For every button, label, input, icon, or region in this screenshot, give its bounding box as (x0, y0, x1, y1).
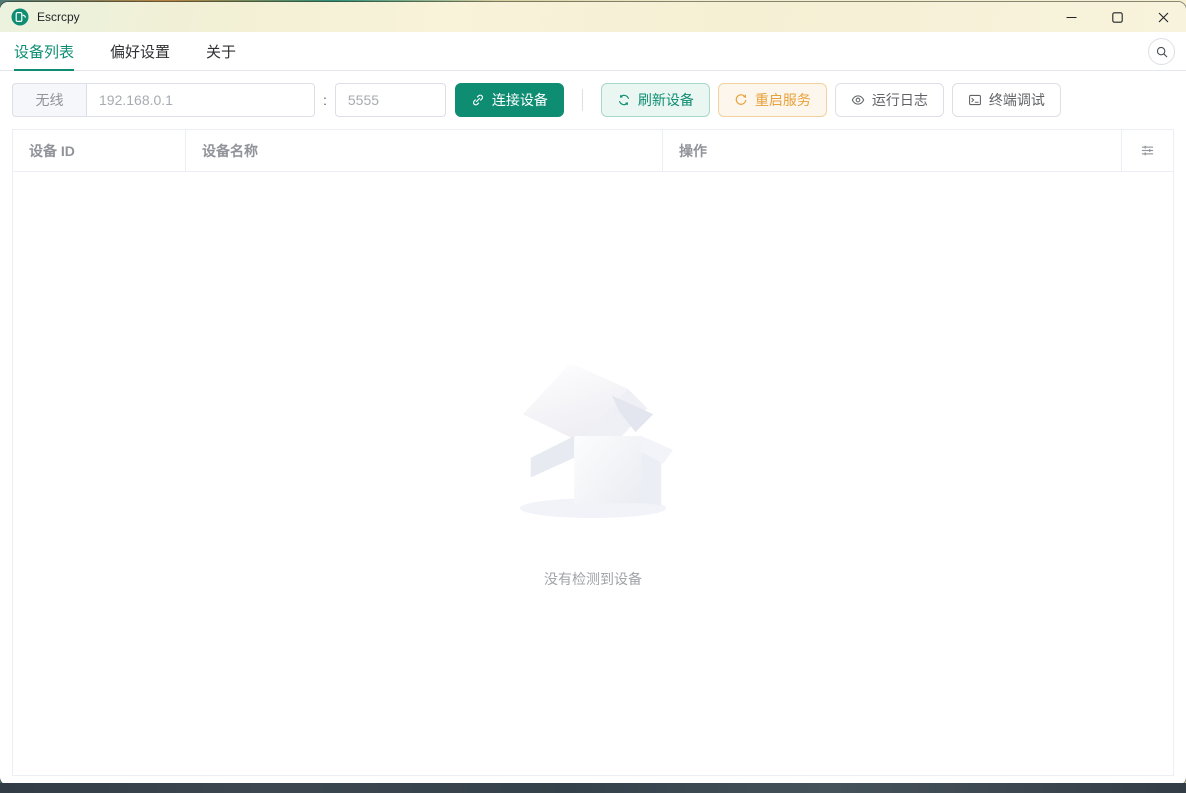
column-settings-button[interactable] (1122, 130, 1173, 171)
close-button[interactable] (1140, 2, 1186, 32)
terminal-debug-label: 终端调试 (988, 92, 1045, 108)
eye-icon (851, 93, 865, 107)
run-logs-button[interactable]: 运行日志 (834, 83, 944, 117)
window-title: Escrcpy (37, 10, 80, 24)
ip-address-input[interactable] (86, 83, 315, 117)
empty-state-text: 没有检测到设备 (544, 571, 642, 587)
restart-service-button[interactable]: 重启服务 (717, 83, 827, 117)
titlebar: Escrcpy (0, 2, 1186, 32)
port-input[interactable] (334, 83, 446, 117)
terminal-icon (968, 93, 982, 107)
restart-service-label: 重启服务 (754, 92, 811, 108)
port-separator: : (323, 92, 327, 108)
tab-bar: 设备列表 偏好设置 关于 (0, 32, 1186, 71)
wireless-address-group: 无线 (12, 83, 315, 117)
device-table-body: 没有检测到设备 (13, 172, 1173, 775)
refresh-devices-label: 刷新设备 (637, 92, 694, 108)
device-table-header: 设备 ID 设备名称 操作 (13, 130, 1173, 172)
minimize-button[interactable] (1048, 2, 1094, 32)
device-table: 设备 ID 设备名称 操作 没有检测到设备 (12, 129, 1174, 776)
wireless-label: 无线 (12, 83, 86, 117)
desktop-taskbar-strip (0, 783, 1186, 793)
connect-device-label: 连接设备 (491, 92, 548, 108)
link-icon (471, 93, 485, 107)
search-button[interactable] (1148, 38, 1175, 65)
column-header-device-name: 设备名称 (186, 130, 663, 171)
restart-icon (734, 93, 748, 107)
tab-device-list[interactable]: 设备列表 (14, 32, 75, 71)
connection-toolbar: 无线 : 连接设备 (0, 71, 1186, 129)
app-logo-icon (11, 8, 29, 26)
maximize-button[interactable] (1094, 2, 1140, 32)
connect-device-button[interactable]: 连接设备 (454, 83, 564, 117)
column-header-actions: 操作 (663, 130, 1122, 171)
empty-state: 没有检测到设备 (509, 172, 677, 589)
tab-about-label: 关于 (206, 43, 237, 61)
search-icon (1155, 45, 1169, 59)
run-logs-label: 运行日志 (871, 92, 928, 108)
tab-preferences-label: 偏好设置 (110, 43, 171, 61)
refresh-icon (617, 93, 631, 107)
terminal-debug-button[interactable]: 终端调试 (951, 83, 1061, 117)
refresh-devices-button[interactable]: 刷新设备 (600, 83, 710, 117)
tab-preferences[interactable]: 偏好设置 (110, 32, 170, 70)
tab-about[interactable]: 关于 (206, 32, 236, 70)
column-header-device-id: 设备 ID (13, 130, 186, 171)
app-window: Escrcpy 设备列表 偏好设置 关于 无线 192.168.0.1: 55… (0, 2, 1186, 785)
sliders-icon (1140, 143, 1155, 158)
empty-box-illustration (509, 353, 677, 523)
toolbar-divider (581, 89, 583, 111)
tab-device-list-label: 设备列表 (14, 43, 75, 61)
